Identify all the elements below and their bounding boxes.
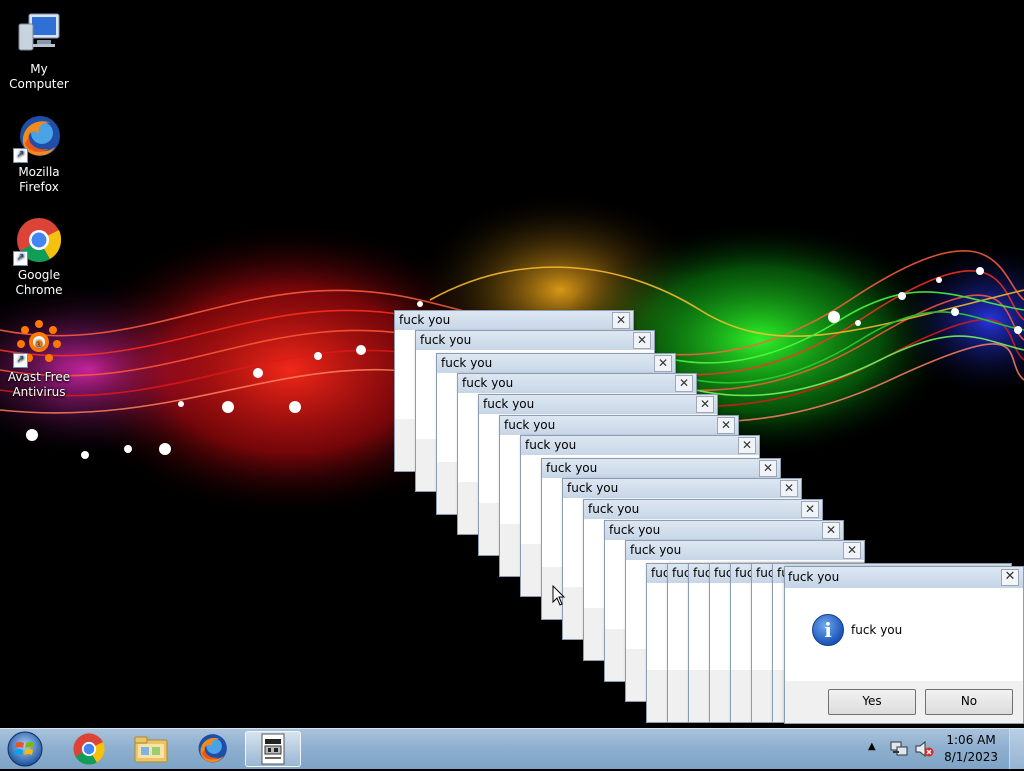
- close-button[interactable]: ✕: [654, 355, 672, 372]
- dialog-title: fuck you: [542, 459, 780, 478]
- desktop-icon-label: Avast Free Antivirus: [7, 370, 71, 399]
- dialog-title: fuck you: [500, 416, 738, 435]
- desktop-icon-firefox[interactable]: ↗ Mozilla Firefox: [0, 113, 78, 195]
- no-button[interactable]: No: [925, 689, 1013, 715]
- desktop-icon-my-computer[interactable]: My Computer: [0, 10, 78, 92]
- script-app-icon: [261, 733, 285, 765]
- message-box[interactable]: fuck you ✕ i fuck you Yes No: [784, 566, 1024, 724]
- desktop-icon-label: Mozilla Firefox: [18, 165, 60, 194]
- taskbar-chrome[interactable]: [61, 731, 117, 767]
- close-button[interactable]: ✕: [633, 332, 651, 349]
- clock-date: 8/1/2023: [944, 750, 998, 764]
- dialog-title: fuck you: [626, 541, 864, 560]
- shortcut-arrow-icon: ↗: [13, 148, 28, 163]
- close-icon: ✕: [720, 418, 732, 432]
- close-icon: ✕: [657, 356, 669, 370]
- message-box-title: fuck you: [785, 567, 1023, 588]
- firefox-icon: ↗: [13, 113, 63, 163]
- desktop-icon-avast[interactable]: a ↗ Avast Free Antivirus: [0, 318, 78, 400]
- message-box-footer: Yes No: [785, 681, 1023, 723]
- desktop-icon-label: My Computer: [9, 62, 69, 91]
- chrome-icon: [73, 733, 105, 765]
- show-desktop-button[interactable]: [1009, 729, 1024, 769]
- close-button[interactable]: ✕: [780, 480, 798, 497]
- computer-icon: [15, 10, 63, 58]
- close-button[interactable]: ✕: [675, 375, 693, 392]
- show-hidden-icons-chevron[interactable]: ▲: [868, 741, 876, 752]
- close-button[interactable]: ✕: [612, 312, 630, 329]
- chrome-icon: ↗: [13, 216, 63, 266]
- close-icon: ✕: [741, 438, 753, 452]
- close-icon: ✕: [762, 461, 774, 475]
- mouse-cursor-icon: [552, 585, 566, 606]
- desktop-icon-chrome[interactable]: ↗ Google Chrome: [0, 216, 78, 298]
- info-icon: i: [812, 614, 844, 646]
- close-button[interactable]: ✕: [717, 417, 735, 434]
- yes-button[interactable]: Yes: [828, 689, 916, 715]
- close-icon: ✕: [825, 523, 837, 537]
- close-button[interactable]: ✕: [801, 501, 819, 518]
- shortcut-arrow-icon: ↗: [13, 251, 28, 266]
- close-icon: ✕: [1004, 569, 1016, 584]
- close-button[interactable]: ✕: [759, 460, 777, 477]
- close-icon: ✕: [636, 333, 648, 347]
- close-button[interactable]: ✕: [822, 522, 840, 539]
- desktop-icon-label: Google Chrome: [15, 268, 63, 297]
- taskbar-file-explorer[interactable]: [123, 731, 179, 767]
- close-icon: ✕: [846, 543, 858, 557]
- avast-icon: a ↗: [13, 318, 63, 368]
- volume-muted-icon[interactable]: [914, 740, 934, 758]
- taskbar: ▲ 1:06 AM 8/1/2023: [0, 728, 1024, 769]
- close-icon: ✕: [615, 313, 627, 327]
- shortcut-arrow-icon: ↗: [13, 353, 28, 368]
- close-button[interactable]: ✕: [843, 542, 861, 559]
- dialog-title: fuck you: [479, 395, 717, 414]
- dialog-title: fuck you: [437, 354, 675, 373]
- dialog-title: fuck you: [395, 311, 633, 330]
- taskbar-script-app[interactable]: [245, 731, 301, 767]
- close-button[interactable]: ✕: [696, 396, 714, 413]
- taskbar-firefox[interactable]: [184, 731, 240, 767]
- network-icon[interactable]: [890, 740, 908, 758]
- dialog-title: fuck you: [584, 500, 822, 519]
- close-icon: ✕: [783, 481, 795, 495]
- dialog-title: fuck you: [521, 436, 759, 455]
- close-icon: ✕: [678, 376, 690, 390]
- firefox-icon: [198, 734, 227, 763]
- close-icon: ✕: [699, 397, 711, 411]
- dialog-title: fuck you: [563, 479, 801, 498]
- message-text: fuck you: [851, 623, 903, 637]
- windows-start-icon: [7, 731, 43, 767]
- system-clock[interactable]: 1:06 AM 8/1/2023: [944, 732, 998, 766]
- dialog-title: fuck you: [458, 374, 696, 393]
- close-button[interactable]: ✕: [1001, 569, 1019, 586]
- dialog-title: fuck you: [605, 521, 843, 540]
- close-icon: ✕: [804, 502, 816, 516]
- dialog-title: fuck you: [416, 331, 654, 350]
- start-button[interactable]: [4, 730, 46, 768]
- file-explorer-icon: [134, 736, 168, 763]
- desktop: My Computer ↗ Mozilla Firefox ↗ Google C…: [0, 0, 1024, 728]
- close-button[interactable]: ✕: [738, 437, 756, 454]
- message-box-body: i fuck you: [785, 588, 1023, 681]
- clock-time: 1:06 AM: [946, 733, 996, 747]
- svg-text:a: a: [36, 338, 43, 349]
